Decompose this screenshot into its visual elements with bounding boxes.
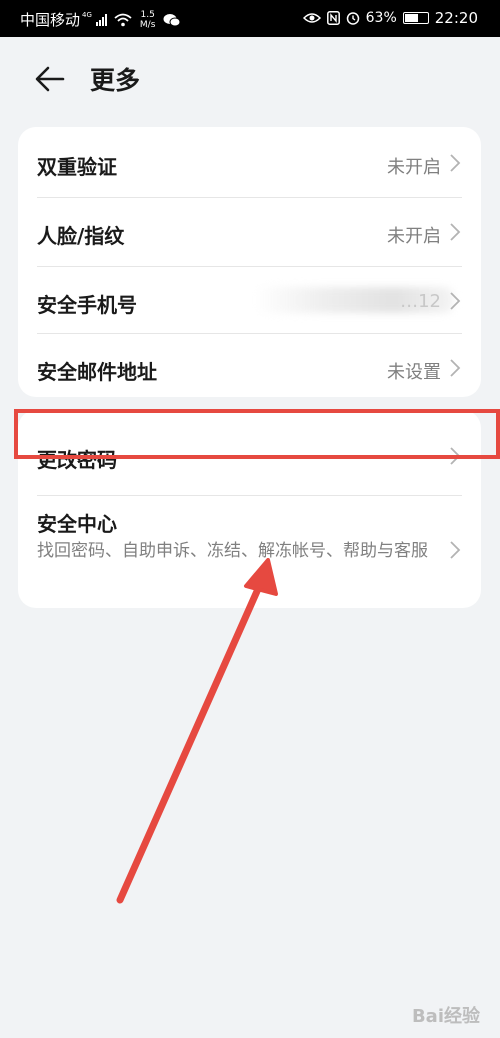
watermark: Bai经验	[411, 1006, 480, 1027]
annotation-arrow	[116, 558, 278, 904]
